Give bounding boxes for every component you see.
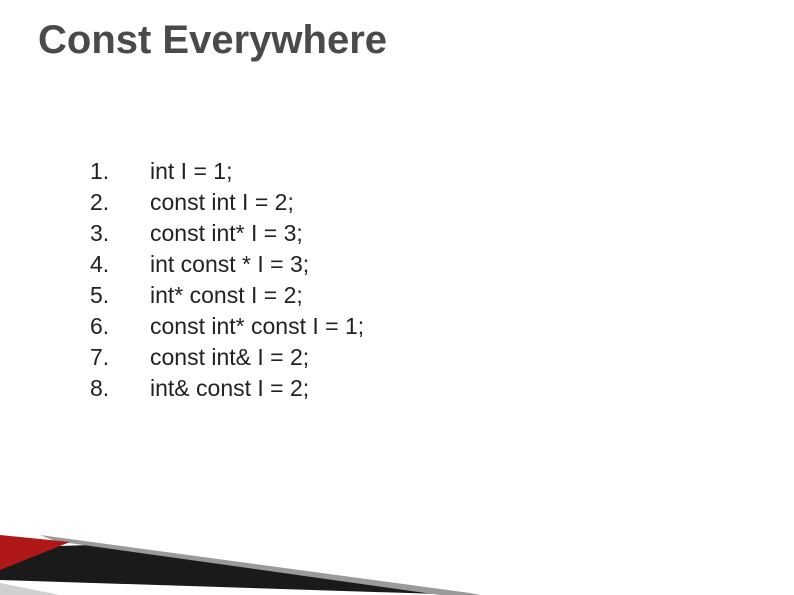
list-text: int const * I = 3;	[150, 251, 309, 278]
list-item: 8. int& const I = 2;	[90, 375, 364, 402]
list-item: 1. int I = 1;	[90, 158, 364, 185]
list-number: 8.	[90, 375, 150, 402]
list-item: 2. const int I = 2;	[90, 189, 364, 216]
list-text: const int* const I = 1;	[150, 313, 364, 340]
list-item: 5. int* const I = 2;	[90, 282, 364, 309]
list-number: 1.	[90, 158, 150, 185]
list-item: 3. const int* I = 3;	[90, 220, 364, 247]
list-number: 3.	[90, 220, 150, 247]
list-item: 7. const int& I = 2;	[90, 344, 364, 371]
code-list: 1. int I = 1; 2. const int I = 2; 3. con…	[90, 158, 364, 406]
list-text: int I = 1;	[150, 158, 232, 185]
list-text: int& const I = 2;	[150, 375, 309, 402]
list-number: 7.	[90, 344, 150, 371]
list-text: const int I = 2;	[150, 189, 294, 216]
page-title: Const Everywhere	[38, 18, 387, 63]
list-item: 4. int const * I = 3;	[90, 251, 364, 278]
list-text: const int& I = 2;	[150, 344, 309, 371]
list-number: 4.	[90, 251, 150, 278]
list-text: const int* I = 3;	[150, 220, 303, 247]
list-item: 6. const int* const I = 1;	[90, 313, 364, 340]
list-number: 5.	[90, 282, 150, 309]
list-text: int* const I = 2;	[150, 282, 303, 309]
footer-decoration	[0, 475, 794, 595]
list-number: 2.	[90, 189, 150, 216]
list-number: 6.	[90, 313, 150, 340]
